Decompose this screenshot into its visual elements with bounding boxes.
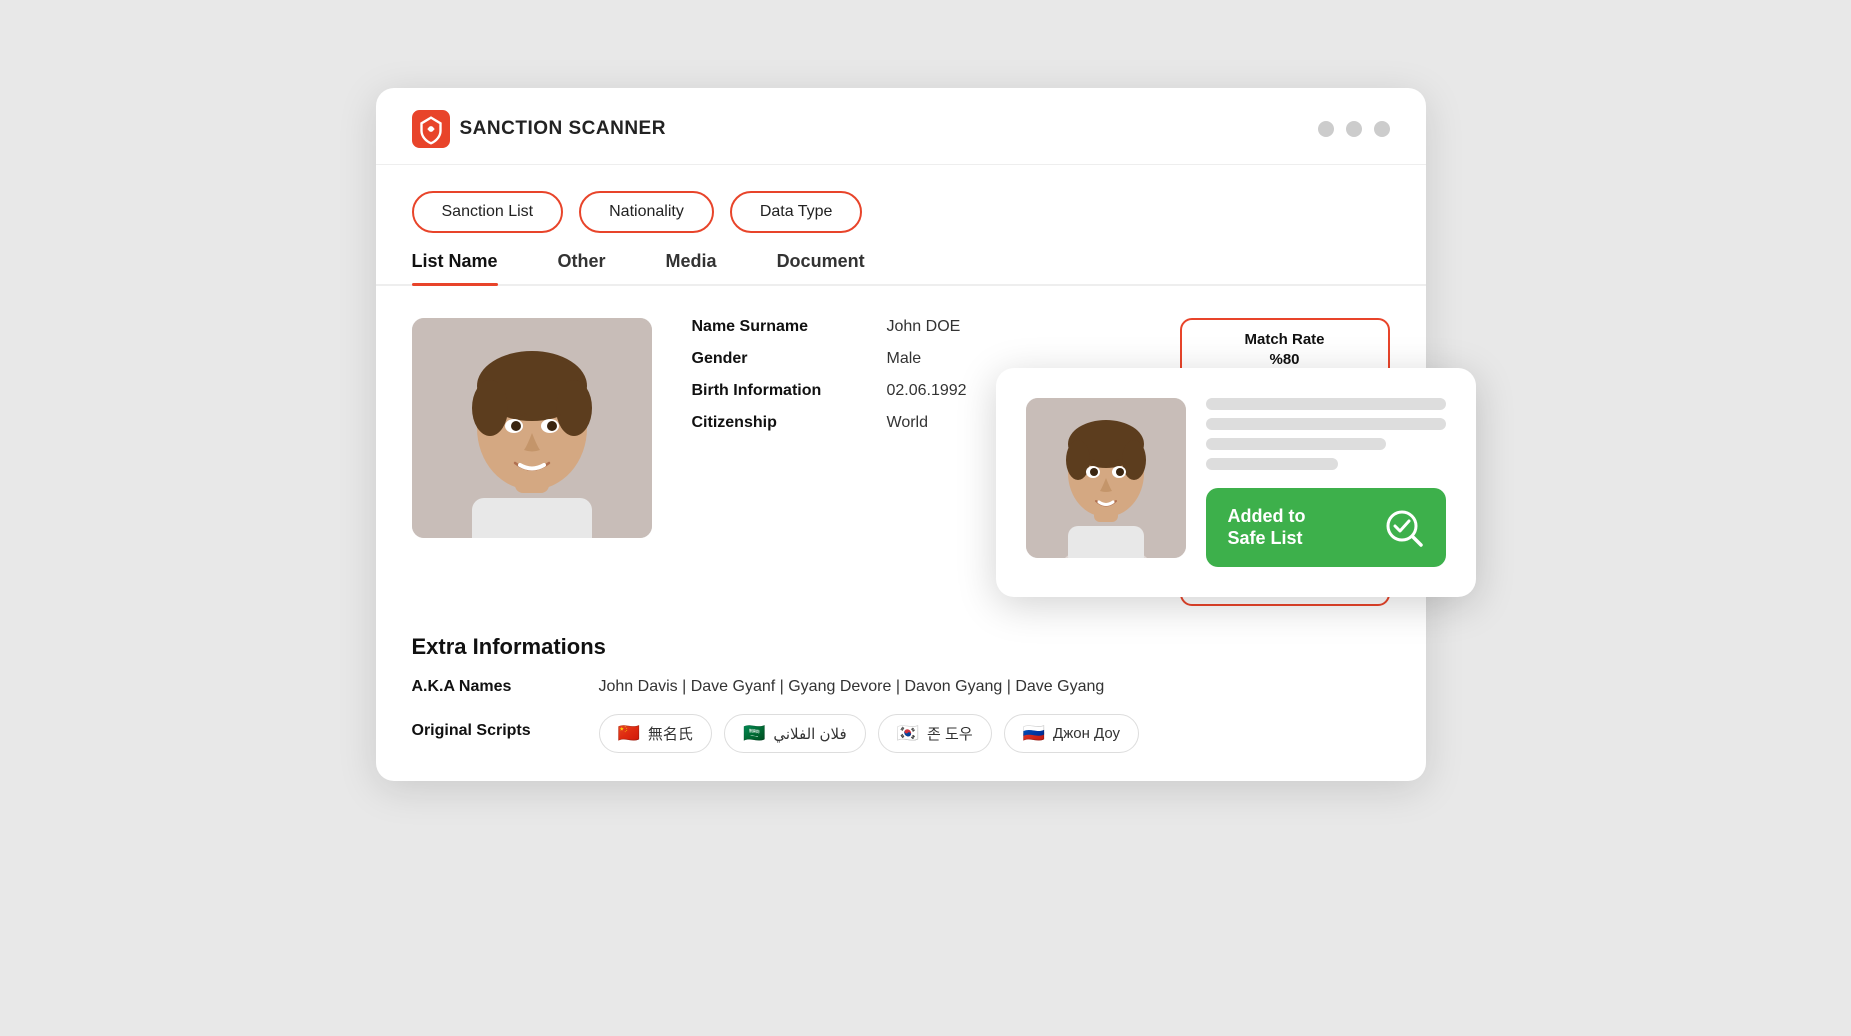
- tabs-row: List Name Other Media Document: [376, 251, 1426, 286]
- filter-sanction-list[interactable]: Sanction List: [412, 191, 564, 233]
- added-safe-text: Added to Safe List: [1228, 506, 1306, 549]
- overlay-line-1: [1206, 398, 1446, 410]
- flag-korean: 🇰🇷: [897, 723, 919, 744]
- label-citizenship: Citizenship: [692, 414, 867, 432]
- profile-photo: [412, 318, 652, 538]
- detail-name-row: Name Surname John DOE: [692, 318, 1140, 336]
- script-russian-text: Джон Доу: [1053, 725, 1120, 742]
- script-russian: 🇷🇺 Джон Доу: [1004, 714, 1139, 753]
- filter-row: Sanction List Nationality Data Type: [376, 165, 1426, 251]
- tab-other[interactable]: Other: [558, 251, 606, 284]
- overlay-line-4: [1206, 458, 1338, 470]
- card-header: SANCTION SCANNER: [376, 88, 1426, 165]
- aka-names: John Davis | Dave Gyanf | Gyang Devore |…: [599, 678, 1105, 696]
- overlay-line-2: [1206, 418, 1446, 430]
- overlay-lines: [1206, 398, 1446, 470]
- flag-chinese: 🇨🇳: [618, 723, 640, 744]
- scripts-label: Original Scripts: [412, 714, 587, 740]
- scripts-row: Original Scripts 🇨🇳 無名氏 🇸🇦 فلان الفلاني …: [412, 714, 1390, 753]
- script-arabic: 🇸🇦 فلان الفلاني: [724, 714, 866, 753]
- window-controls: [1318, 121, 1390, 137]
- logo-text: SANCTION SCANNER: [460, 118, 666, 140]
- aka-row: A.K.A Names John Davis | Dave Gyanf | Gy…: [412, 678, 1390, 696]
- script-korean: 🇰🇷 존 도우: [878, 714, 992, 753]
- overlay-photo: [1026, 398, 1186, 558]
- detail-gender-row: Gender Male: [692, 350, 1140, 368]
- window-dot-3: [1374, 121, 1390, 137]
- scripts-list: 🇨🇳 無名氏 🇸🇦 فلان الفلاني 🇰🇷 존 도우 🇷🇺 Джон Д…: [599, 714, 1140, 753]
- tab-media[interactable]: Media: [666, 251, 717, 284]
- label-name-surname: Name Surname: [692, 318, 867, 336]
- value-birth: 02.06.1992: [887, 382, 967, 400]
- script-korean-text: 존 도우: [927, 723, 973, 744]
- label-birth: Birth Information: [692, 382, 867, 400]
- flag-russian: 🇷🇺: [1023, 723, 1045, 744]
- extra-section: Extra Informations A.K.A Names John Davi…: [376, 606, 1426, 781]
- extra-title: Extra Informations: [412, 634, 1390, 660]
- window-dot-2: [1346, 121, 1362, 137]
- value-name-surname: John DOE: [887, 318, 961, 336]
- value-gender: Male: [887, 350, 922, 368]
- filter-data-type[interactable]: Data Type: [730, 191, 863, 233]
- overlay-info: Added to Safe List: [1206, 398, 1446, 567]
- logo-icon: [412, 110, 450, 148]
- filter-nationality[interactable]: Nationality: [579, 191, 714, 233]
- overlay-line-3: [1206, 438, 1386, 450]
- value-citizenship: World: [887, 414, 929, 432]
- added-to-safe-list-button[interactable]: Added to Safe List: [1206, 488, 1446, 567]
- checkmark-search-icon: [1384, 508, 1424, 548]
- flag-arabic: 🇸🇦: [743, 723, 765, 744]
- script-chinese: 🇨🇳 無名氏: [599, 714, 712, 753]
- overlay-card: Added to Safe List: [996, 368, 1476, 597]
- window-dot-1: [1318, 121, 1334, 137]
- aka-label: A.K.A Names: [412, 678, 587, 696]
- logo-area: SANCTION SCANNER: [412, 110, 666, 148]
- tab-document[interactable]: Document: [777, 251, 865, 284]
- script-arabic-text: فلان الفلاني: [773, 725, 846, 743]
- label-gender: Gender: [692, 350, 867, 368]
- script-chinese-text: 無名氏: [648, 723, 693, 744]
- tab-list-name[interactable]: List Name: [412, 251, 498, 284]
